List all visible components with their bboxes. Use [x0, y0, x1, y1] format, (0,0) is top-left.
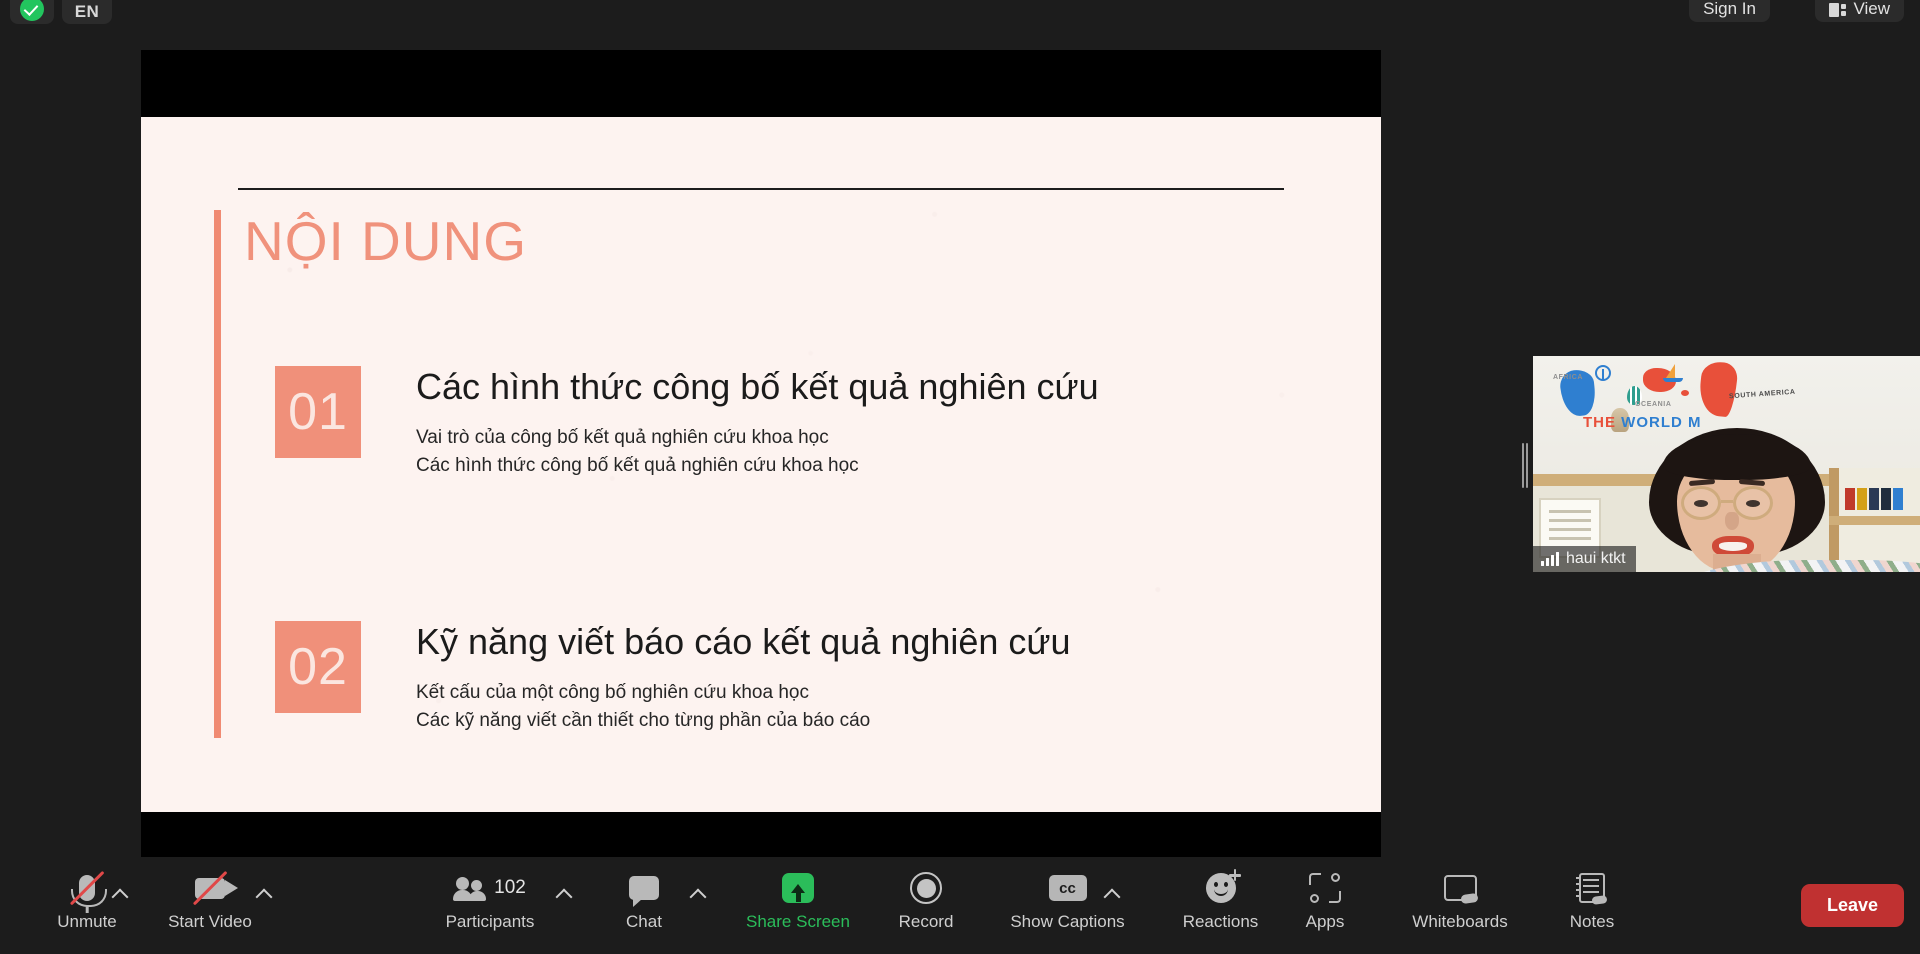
language-label: EN — [74, 2, 100, 21]
person-nose — [1725, 512, 1739, 530]
participant-name-badge: haui ktkt — [1533, 546, 1636, 572]
shelf-books — [1845, 488, 1907, 510]
apps-icon — [1309, 867, 1341, 909]
slide-row-subitem: Vai trò của công bố kết quả nghiên cứu k… — [416, 427, 829, 448]
record-button[interactable]: Record — [880, 867, 972, 949]
show-captions-label: Show Captions — [1010, 912, 1125, 931]
view-label: View — [1853, 0, 1890, 18]
share-screen-button[interactable]: Share Screen — [728, 867, 868, 949]
participants-button[interactable]: 102 Participants — [425, 867, 555, 949]
unmute-button[interactable]: Unmute — [32, 867, 142, 949]
notes-icon — [1576, 867, 1605, 909]
slide-row-number: 01 — [275, 366, 361, 458]
slide-title: NỘI DUNG — [244, 210, 527, 272]
participant-person — [1637, 428, 1920, 572]
layout-view-icon — [1829, 3, 1847, 17]
notes-label: Notes — [1569, 912, 1615, 931]
presentation-slide: NỘI DUNG 01 Các hình thức công bố kết qu… — [141, 117, 1381, 812]
participants-options-chevron-icon[interactable] — [555, 888, 573, 906]
camera-off-icon — [192, 867, 238, 909]
show-captions-button[interactable]: cc Show Captions — [985, 867, 1150, 949]
apps-button[interactable]: Apps — [1280, 867, 1370, 949]
slide-accent-bar — [214, 210, 221, 738]
chat-bubble-icon — [629, 867, 659, 909]
person-glasses-lens — [1733, 486, 1773, 520]
video-tile-drag-handle[interactable] — [1522, 443, 1528, 488]
participant-video-tile[interactable]: AFRICA OCEANIA SOUTH AMERICA THE WORLD M — [1533, 356, 1920, 572]
share-screen-icon — [782, 867, 814, 909]
chat-button[interactable]: Chat — [608, 867, 680, 949]
microphone-muted-icon — [69, 867, 107, 913]
map-label-africa: AFRICA — [1553, 374, 1584, 381]
whiteboard-icon — [1443, 867, 1477, 909]
participants-icon: 102 — [453, 867, 526, 909]
leave-button[interactable]: Leave — [1800, 884, 1904, 927]
apps-label: Apps — [1305, 912, 1345, 931]
sign-in-label: Sign In — [1703, 0, 1756, 18]
signal-bars-icon — [1541, 552, 1559, 566]
map-label-oceania: OCEANIA — [1635, 401, 1672, 408]
shelf-board — [1829, 516, 1920, 525]
language-badge[interactable]: EN — [62, 0, 112, 24]
record-label: Record — [898, 912, 954, 931]
slide-row-subitems: Kết cấu của một công bố nghiên cứu khoa … — [416, 679, 870, 735]
slide-row-subitem: Các hình thức công bố kết quả nghiên cứu… — [416, 455, 859, 477]
closed-captions-icon: cc — [1048, 867, 1087, 909]
share-screen-label: Share Screen — [746, 912, 850, 931]
notes-button[interactable]: Notes — [1548, 867, 1636, 949]
sign-in-button[interactable]: Sign In — [1689, 0, 1770, 22]
whiteboards-button[interactable]: Whiteboards — [1385, 867, 1535, 949]
participants-label: Participants — [445, 912, 535, 931]
map-oceania-dot-icon — [1681, 390, 1689, 396]
shield-check-icon — [20, 0, 44, 21]
reactions-smiley-icon — [1205, 867, 1241, 909]
zoom-meeting-window: EN Sign In View NỘI DUNG 01 Các hình thứ… — [0, 0, 1920, 954]
slide-row-title: Kỹ năng viết báo cáo kết quả nghiên cứu — [416, 621, 1071, 662]
secure-connection-badge[interactable] — [10, 0, 54, 24]
slide-row-number: 02 — [275, 621, 361, 713]
chat-label: Chat — [626, 912, 662, 931]
slide-row-subitem: Kết cấu của một công bố nghiên cứu khoa … — [416, 682, 809, 703]
shared-screen-region[interactable]: NỘI DUNG 01 Các hình thức công bố kết qu… — [141, 50, 1381, 872]
unmute-label: Unmute — [57, 912, 117, 931]
record-circle-icon — [910, 867, 942, 909]
reactions-label: Reactions — [1182, 912, 1259, 931]
reactions-button[interactable]: Reactions — [1158, 867, 1283, 949]
whiteboards-label: Whiteboards — [1412, 912, 1508, 931]
person-glasses-lens — [1681, 486, 1721, 520]
start-video-label: Start Video — [168, 912, 252, 931]
meeting-toolbar: Unmute Start Video 102 Participants Chat — [0, 859, 1920, 954]
map-compass-icon — [1595, 365, 1611, 381]
slide-row-subitems: Vai trò của công bố kết quả nghiên cứu k… — [416, 424, 859, 480]
slide-row-subitem: Các kỹ năng viết cần thiết cho từng phần… — [416, 710, 871, 732]
start-video-button[interactable]: Start Video — [150, 867, 270, 949]
person-glasses-bridge — [1721, 500, 1733, 503]
participants-count: 102 — [494, 877, 526, 898]
chat-options-chevron-icon[interactable] — [689, 888, 707, 906]
slide-divider-line — [238, 188, 1284, 190]
participant-name-label: haui ktkt — [1566, 550, 1626, 567]
map-sailboat-icon — [1663, 364, 1685, 382]
slide-row-title: Các hình thức công bố kết quả nghiên cứu — [416, 366, 1099, 407]
view-button[interactable]: View — [1815, 0, 1904, 22]
